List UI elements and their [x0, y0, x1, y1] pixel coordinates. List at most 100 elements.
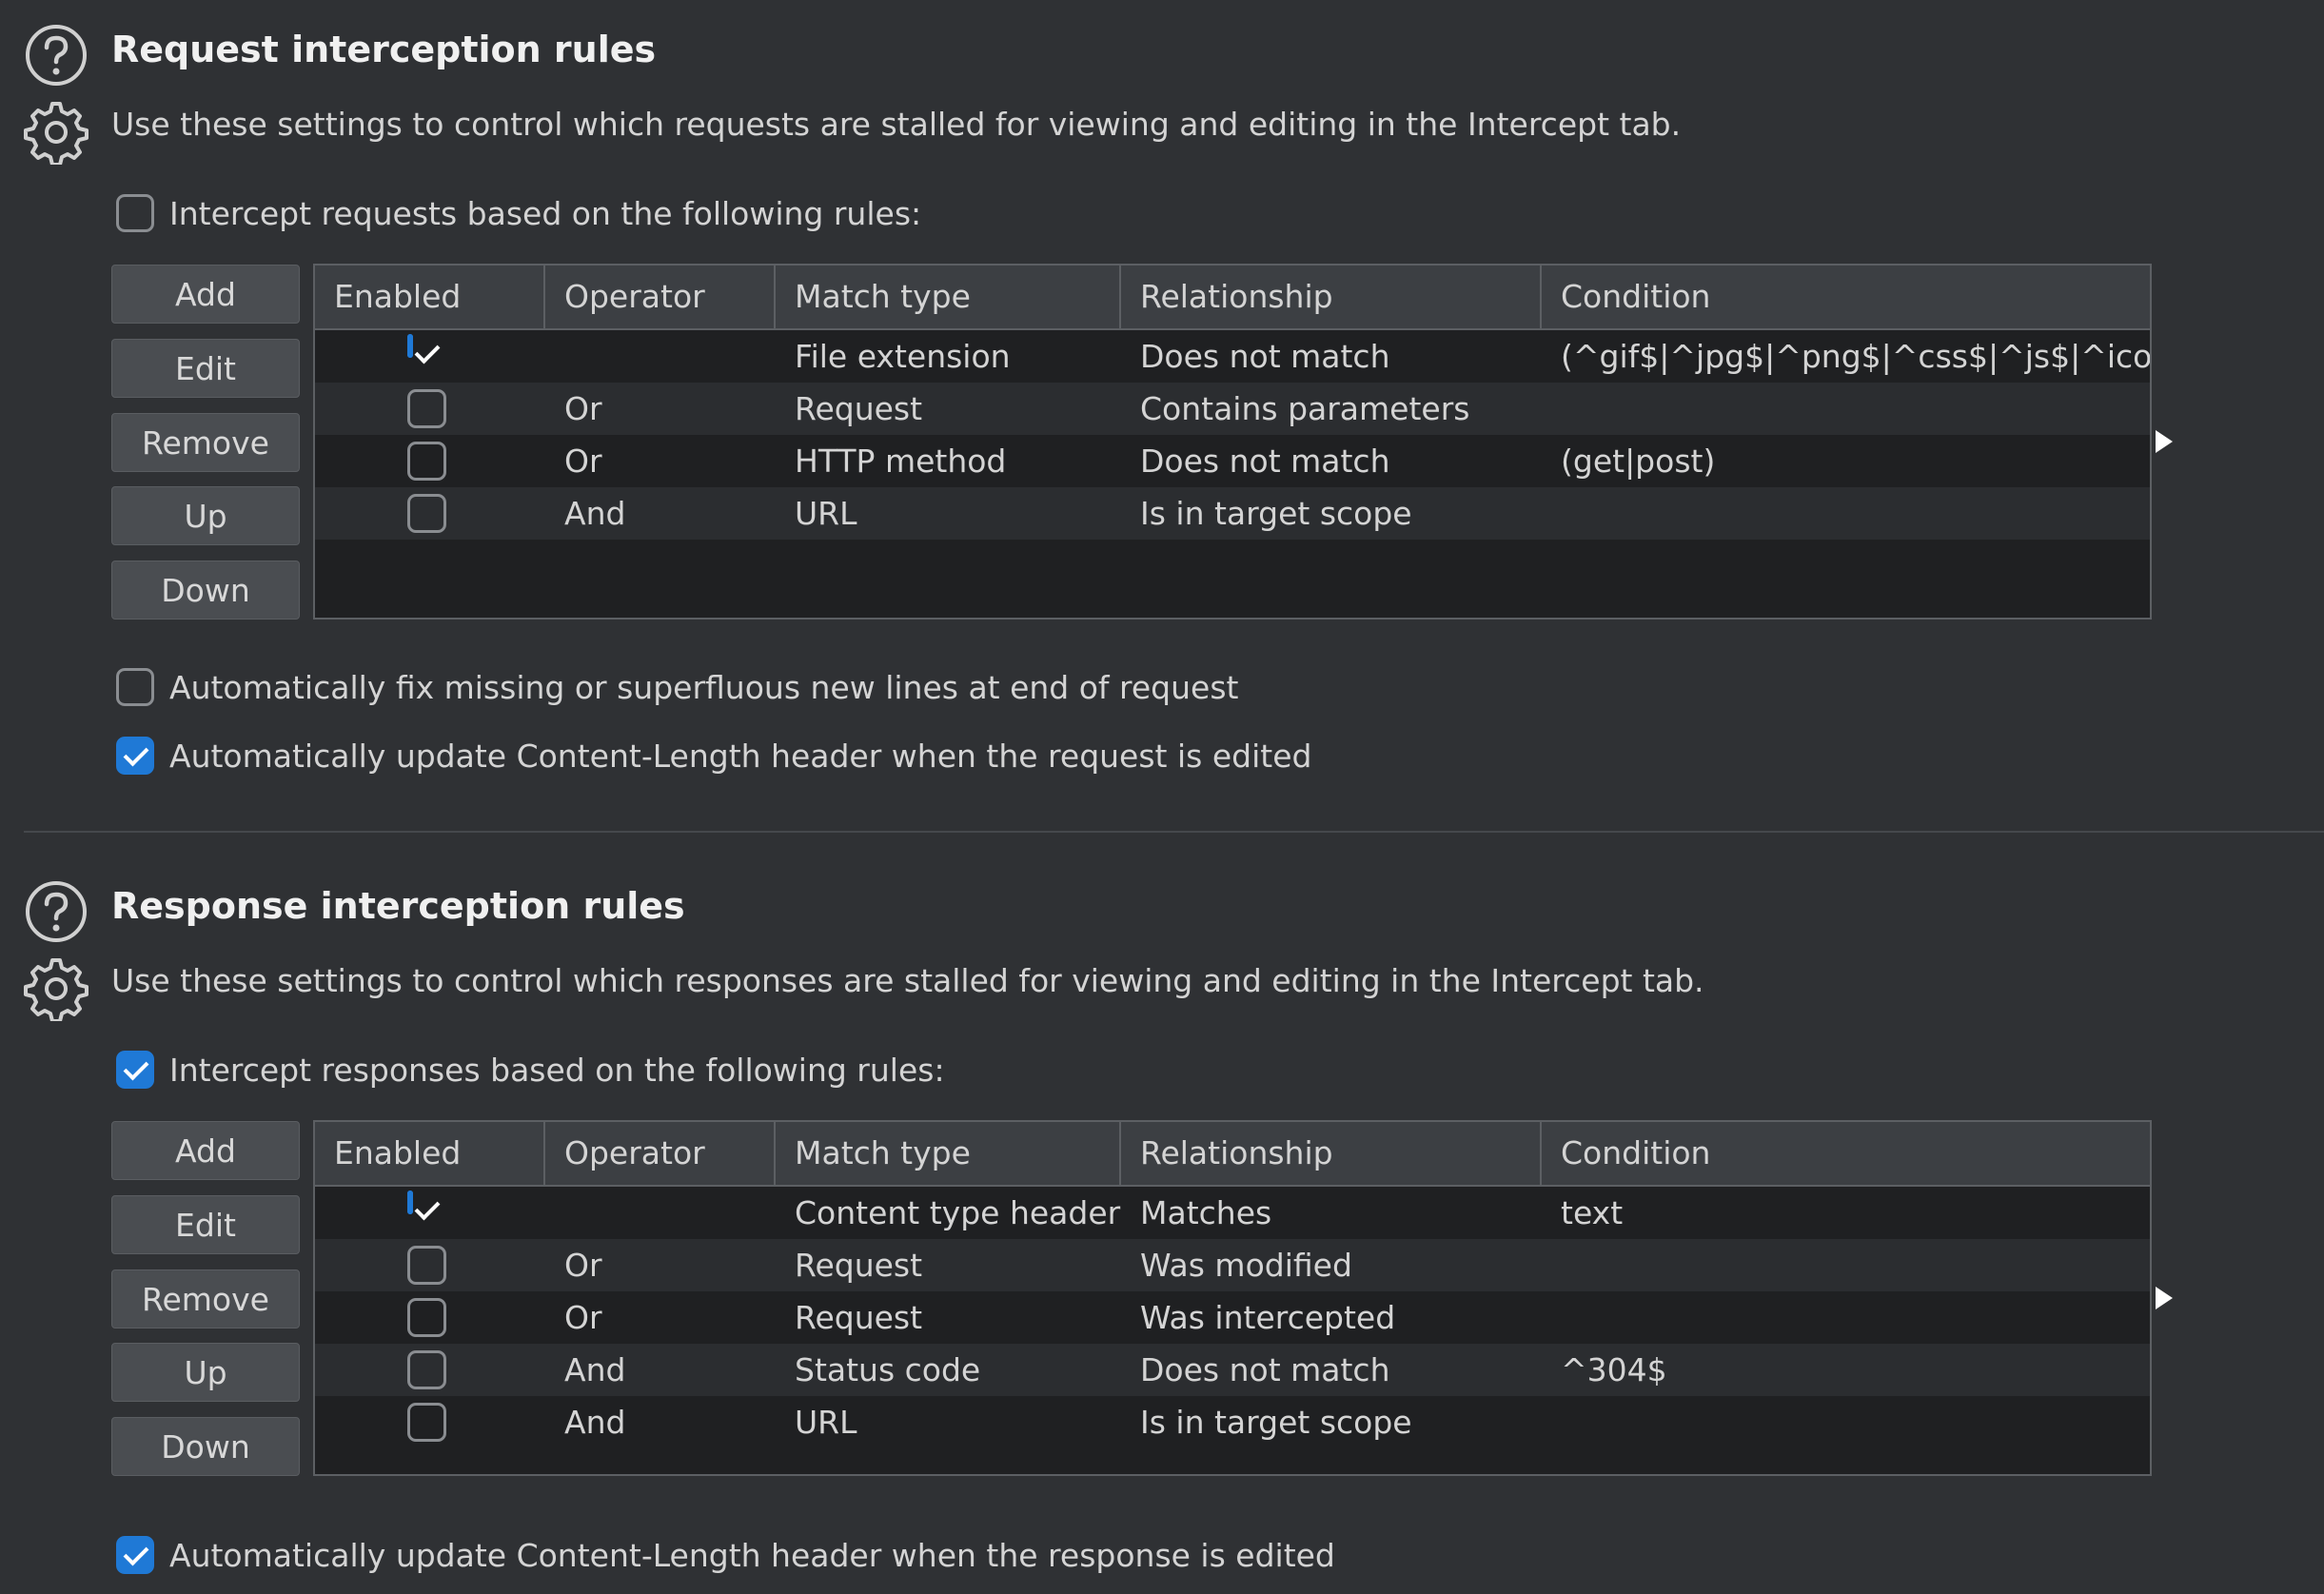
- row-enabled-checkbox[interactable]: [407, 1246, 446, 1285]
- section-description: Use these settings to control which requ…: [111, 106, 1682, 143]
- column-header-condition[interactable]: Condition: [1542, 266, 2150, 328]
- add-button[interactable]: Add: [111, 1121, 300, 1180]
- checkbox-icon[interactable]: [116, 668, 154, 706]
- expand-arrow-icon[interactable]: [2156, 430, 2173, 453]
- table-row[interactable]: Or Request Was modified: [315, 1239, 2150, 1291]
- table-row[interactable]: And Status code Does not match ^304$: [315, 1344, 2150, 1396]
- update-content-length-request-checkbox[interactable]: Automatically update Content-Length head…: [116, 733, 1311, 778]
- checkbox-icon[interactable]: [116, 194, 154, 232]
- checkbox-label: Automatically fix missing or superfluous…: [169, 668, 1239, 706]
- column-header-operator[interactable]: Operator: [545, 266, 776, 328]
- row-operator: Or: [564, 443, 602, 480]
- column-header-enabled[interactable]: Enabled: [315, 266, 545, 328]
- intercept-requests-checkbox[interactable]: Intercept requests based on the followin…: [116, 190, 921, 236]
- row-relationship: Is in target scope: [1140, 1404, 1412, 1441]
- row-relationship: Contains parameters: [1140, 390, 1470, 427]
- row-match-type: URL: [795, 1404, 857, 1441]
- row-enabled-checkbox[interactable]: [407, 334, 413, 358]
- section-description: Use these settings to control which resp…: [111, 962, 1704, 999]
- up-button[interactable]: Up: [111, 1343, 300, 1402]
- column-header-condition[interactable]: Condition: [1542, 1122, 2150, 1185]
- fix-newlines-checkbox[interactable]: Automatically fix missing or superfluous…: [116, 664, 1238, 710]
- response-rules-table: Enabled Operator Match type Relationship…: [313, 1120, 2152, 1476]
- row-condition: (get|post): [1561, 443, 1716, 480]
- row-condition: ^304$: [1561, 1351, 1667, 1388]
- row-enabled-checkbox[interactable]: [407, 1350, 446, 1389]
- request-rules-table: Enabled Operator Match type Relationship…: [313, 264, 2152, 620]
- intercept-responses-checkbox[interactable]: Intercept responses based on the followi…: [116, 1047, 945, 1092]
- gear-icon[interactable]: [24, 100, 89, 165]
- row-relationship: Does not match: [1140, 443, 1390, 480]
- table-row[interactable]: Or HTTP method Does not match (get|post): [315, 435, 2150, 487]
- checkbox-label: Automatically update Content-Length head…: [169, 1536, 1335, 1574]
- row-enabled-checkbox[interactable]: [407, 494, 446, 533]
- row-operator: And: [564, 1404, 626, 1441]
- table-header: Enabled Operator Match type Relationship…: [315, 266, 2150, 330]
- row-condition: (^gif$|^jpg$|^png$|^css$|^js$|^ico$|...: [1561, 338, 2152, 375]
- help-icon[interactable]: [24, 23, 89, 88]
- column-header-relationship[interactable]: Relationship: [1121, 266, 1542, 328]
- checkbox-label: Intercept requests based on the followin…: [169, 194, 922, 232]
- row-match-type: Request: [795, 1247, 923, 1284]
- row-match-type: File extension: [795, 338, 1011, 375]
- remove-button[interactable]: Remove: [111, 1269, 300, 1328]
- down-button[interactable]: Down: [111, 1417, 300, 1476]
- remove-button[interactable]: Remove: [111, 413, 300, 472]
- row-match-type: Content type header: [795, 1194, 1121, 1231]
- up-button[interactable]: Up: [111, 486, 300, 545]
- checkbox-label: Intercept responses based on the followi…: [169, 1051, 945, 1089]
- column-header-relationship[interactable]: Relationship: [1121, 1122, 1542, 1185]
- row-condition: [1542, 1291, 2150, 1344]
- row-relationship: Matches: [1140, 1194, 1272, 1231]
- row-enabled-checkbox[interactable]: [407, 442, 446, 481]
- row-operator: [545, 330, 776, 383]
- section-title: Response interception rules: [111, 885, 685, 927]
- row-condition: [1542, 487, 2150, 540]
- row-enabled-checkbox[interactable]: [407, 389, 446, 428]
- column-header-enabled[interactable]: Enabled: [315, 1122, 545, 1185]
- table-row[interactable]: And URL Is in target scope: [315, 487, 2150, 540]
- row-relationship: Does not match: [1140, 338, 1390, 375]
- row-operator: Or: [564, 1247, 602, 1284]
- table-header: Enabled Operator Match type Relationship…: [315, 1122, 2150, 1187]
- gear-icon[interactable]: [24, 956, 89, 1021]
- row-relationship: Is in target scope: [1140, 495, 1412, 532]
- row-enabled-checkbox[interactable]: [407, 1191, 413, 1214]
- checkbox-icon[interactable]: [116, 1051, 154, 1089]
- update-content-length-response-checkbox[interactable]: Automatically update Content-Length head…: [116, 1532, 1335, 1578]
- table-row[interactable]: Content type header Matches text: [315, 1187, 2150, 1239]
- table-row[interactable]: Or Request Contains parameters: [315, 383, 2150, 435]
- checkbox-icon[interactable]: [116, 737, 154, 775]
- row-operator: Or: [564, 390, 602, 427]
- column-header-match-type[interactable]: Match type: [776, 266, 1121, 328]
- row-operator: And: [564, 495, 626, 532]
- edit-button[interactable]: Edit: [111, 339, 300, 398]
- row-condition: [1542, 383, 2150, 435]
- row-operator: [545, 1187, 776, 1239]
- column-header-match-type[interactable]: Match type: [776, 1122, 1121, 1185]
- row-operator: Or: [564, 1299, 602, 1336]
- row-match-type: Status code: [795, 1351, 981, 1388]
- table-row[interactable]: And URL Is in target scope: [315, 1396, 2150, 1448]
- help-icon[interactable]: [24, 879, 89, 944]
- down-button[interactable]: Down: [111, 561, 300, 620]
- table-row[interactable]: Or Request Was intercepted: [315, 1291, 2150, 1344]
- edit-button[interactable]: Edit: [111, 1195, 300, 1254]
- expand-arrow-icon[interactable]: [2156, 1287, 2173, 1309]
- row-condition: [1542, 1239, 2150, 1291]
- checkbox-icon[interactable]: [116, 1536, 154, 1574]
- table-row[interactable]: File extension Does not match (^gif$|^jp…: [315, 330, 2150, 383]
- row-condition: [1542, 1396, 2150, 1448]
- checkbox-label: Automatically update Content-Length head…: [169, 737, 1312, 775]
- row-relationship: Was intercepted: [1140, 1299, 1396, 1336]
- row-enabled-checkbox[interactable]: [407, 1298, 446, 1337]
- row-match-type: Request: [795, 390, 923, 427]
- add-button[interactable]: Add: [111, 265, 300, 324]
- section-title: Request interception rules: [111, 29, 657, 70]
- row-match-type: Request: [795, 1299, 923, 1336]
- row-enabled-checkbox[interactable]: [407, 1403, 446, 1442]
- column-header-operator[interactable]: Operator: [545, 1122, 776, 1185]
- row-operator: And: [564, 1351, 626, 1388]
- row-match-type: HTTP method: [795, 443, 1007, 480]
- section-divider: [24, 831, 2324, 833]
